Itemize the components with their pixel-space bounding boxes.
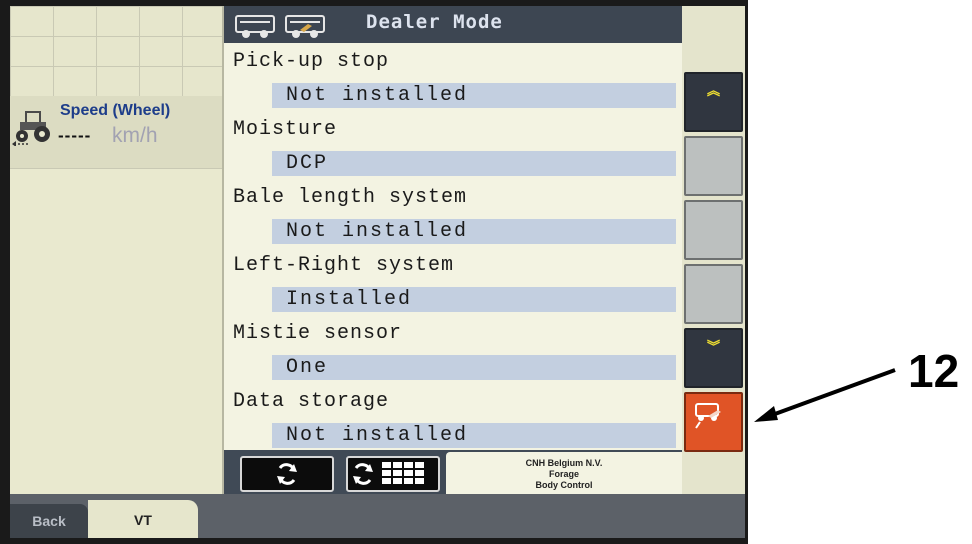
back-tab-label: Back bbox=[32, 513, 66, 529]
setting-label: Data storage bbox=[233, 390, 390, 413]
setting-value-field[interactable]: One bbox=[272, 355, 676, 380]
softkey-blank-2[interactable] bbox=[684, 200, 743, 260]
speed-widget[interactable]: Speed (Wheel) ----- km/h bbox=[10, 96, 222, 169]
setting-label: Mistie sensor bbox=[233, 322, 403, 345]
speed-value: ----- bbox=[58, 126, 92, 145]
setting-value-field[interactable]: Not installed bbox=[272, 83, 676, 108]
settings-list: Pick-up stop Not installed Moisture DCP … bbox=[224, 48, 682, 456]
page-down-button[interactable]: ︾ bbox=[684, 328, 743, 388]
page-down-chevron-icon: ︾ bbox=[706, 339, 720, 354]
callout-arrow-icon bbox=[754, 368, 896, 422]
back-tab[interactable]: Back bbox=[10, 504, 88, 538]
page-title: Dealer Mode bbox=[366, 11, 503, 33]
refresh-grid-button[interactable] bbox=[346, 456, 440, 492]
setting-label: Left-Right system bbox=[233, 254, 455, 277]
dealer-mode-button[interactable] bbox=[684, 392, 743, 452]
refresh-icon bbox=[277, 463, 297, 485]
vt-screen: Speed (Wheel) ----- km/h Dealer Mode Pic… bbox=[10, 6, 745, 538]
dealer-mode-icon bbox=[695, 403, 721, 429]
empty-widget-grid bbox=[10, 6, 222, 96]
refresh-button[interactable] bbox=[240, 456, 334, 492]
setting-left-right-system: Left-Right system Installed bbox=[224, 252, 682, 320]
brand-product: Forage bbox=[548, 469, 579, 479]
brand-text: CNH Belgium N.V. Forage Body Control bbox=[446, 458, 682, 491]
setting-bale-length-system: Bale length system Not installed bbox=[224, 184, 682, 252]
bottom-toolbar: CNH Belgium N.V. Forage Body Control bbox=[224, 450, 682, 494]
brand-label: CNH Belgium N.V. Forage Body Control bbox=[446, 452, 682, 494]
setting-pickup-stop: Pick-up stop Not installed bbox=[224, 48, 682, 116]
setting-value-field[interactable]: Not installed bbox=[272, 423, 676, 448]
setting-value-field[interactable]: Not installed bbox=[272, 219, 676, 244]
left-panel: Speed (Wheel) ----- km/h bbox=[10, 6, 222, 494]
setting-label: Moisture bbox=[233, 118, 338, 141]
page-up-chevron-icon: ︽ bbox=[706, 83, 720, 98]
setting-label: Bale length system bbox=[233, 186, 468, 209]
setting-mistie-sensor: Mistie sensor One bbox=[224, 320, 682, 388]
brand-company: CNH Belgium N.V. bbox=[525, 458, 603, 468]
tractor-icon bbox=[12, 111, 50, 146]
vt-tab[interactable]: VT bbox=[88, 500, 198, 538]
dealer-mode-panel: Dealer Mode Pick-up stop Not installed M… bbox=[222, 6, 684, 494]
brand-module: Body Control bbox=[535, 480, 593, 490]
display-bezel: Speed (Wheel) ----- km/h Dealer Mode Pic… bbox=[0, 0, 748, 544]
setting-label: Pick-up stop bbox=[233, 50, 390, 73]
page-up-button[interactable]: ︽ bbox=[684, 72, 743, 132]
softkey-blank-3[interactable] bbox=[684, 264, 743, 324]
setting-value-field[interactable]: Installed bbox=[272, 287, 676, 312]
vt-tab-label: VT bbox=[134, 512, 152, 528]
softkey-column: ︽ ︾ bbox=[682, 6, 745, 494]
header-bar: Dealer Mode bbox=[224, 6, 682, 43]
setting-value-field[interactable]: DCP bbox=[272, 151, 676, 176]
callout-number: 12 bbox=[908, 345, 960, 397]
setting-data-storage: Data storage Not installed bbox=[224, 388, 682, 456]
speed-unit: km/h bbox=[112, 124, 158, 147]
bottom-tab-strip: Back VT bbox=[10, 494, 745, 538]
baler-icons bbox=[235, 15, 325, 38]
softkey-blank-1[interactable] bbox=[684, 136, 743, 196]
setting-moisture: Moisture DCP bbox=[224, 116, 682, 184]
speed-label: Speed (Wheel) bbox=[60, 102, 171, 119]
refresh-grid-icon bbox=[353, 462, 424, 485]
